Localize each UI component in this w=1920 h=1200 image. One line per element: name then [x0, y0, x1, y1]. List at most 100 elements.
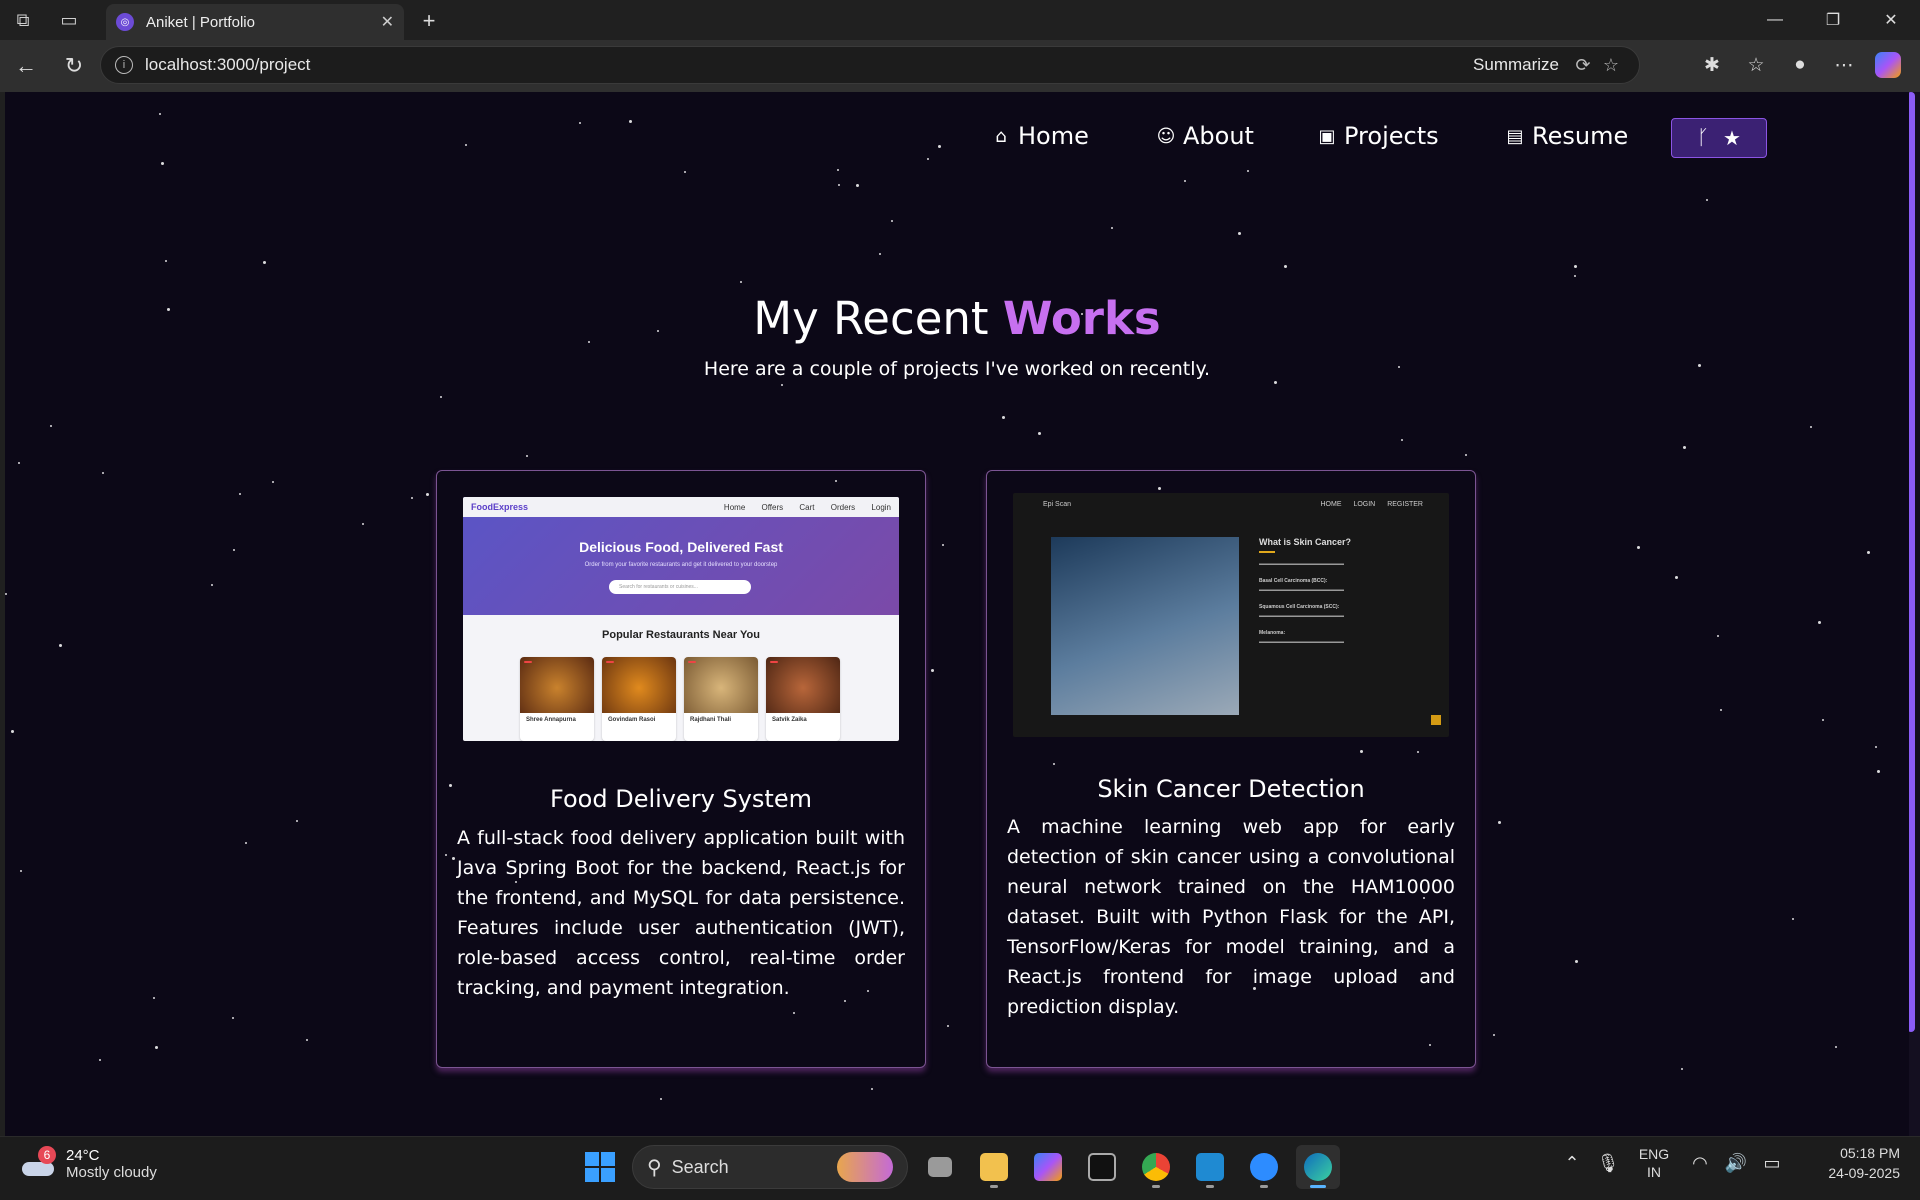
copilot-app[interactable] — [1026, 1145, 1070, 1189]
copilot-summarize-icon[interactable]: ⟳ — [1569, 55, 1597, 76]
preview-restaurants: Popular Restaurants Near You Shree Annap… — [463, 615, 899, 741]
git-fork-icon: ᚴ — [1697, 126, 1710, 149]
nav-about[interactable]: ☺ About — [1155, 122, 1254, 150]
star-dot — [1675, 576, 1678, 579]
tab-actions-icon[interactable]: ▭ — [46, 0, 92, 40]
vscode-app[interactable] — [1188, 1145, 1232, 1189]
star-dot — [684, 171, 686, 173]
language-indicator[interactable]: ENG IN — [1626, 1145, 1682, 1181]
more-options-icon[interactable]: ⋯ — [1822, 46, 1866, 84]
star-dot — [1284, 265, 1287, 268]
star-dot — [1238, 232, 1241, 235]
back-button[interactable]: ← — [4, 44, 48, 88]
star-dot — [1401, 439, 1403, 441]
star-dot — [837, 169, 839, 171]
star-icon: ★ — [1723, 127, 1741, 150]
star-dot — [1720, 709, 1722, 711]
task-view-app[interactable] — [918, 1145, 962, 1189]
star-dot — [1875, 746, 1877, 748]
star-dot — [1274, 381, 1277, 384]
star-dot — [440, 396, 442, 398]
copilot-icon[interactable] — [1875, 52, 1901, 78]
star-dot — [211, 584, 213, 586]
star-dot — [155, 1046, 158, 1049]
star-dot — [526, 455, 528, 457]
volume-icon[interactable]: 🔊 — [1718, 1153, 1754, 1174]
preview-logo: Epi Scan — [1043, 501, 1072, 508]
minimize-button[interactable]: — — [1746, 0, 1804, 40]
star-dot — [272, 481, 274, 483]
clock[interactable]: 05:18 PM 24-09-2025 — [1810, 1143, 1900, 1183]
star-dot — [1835, 1046, 1837, 1048]
star-dot — [879, 253, 881, 255]
star-dot — [99, 1059, 101, 1061]
wifi-icon[interactable]: ◠ — [1682, 1153, 1718, 1174]
star-dot — [1717, 635, 1719, 637]
restore-button[interactable]: ❐ — [1804, 0, 1862, 40]
star-dot — [1792, 918, 1794, 920]
weather-condition: Mostly cloudy — [66, 1164, 157, 1181]
star-dot — [1465, 454, 1467, 456]
start-button[interactable] — [578, 1145, 622, 1189]
star-dot — [165, 260, 167, 262]
battery-icon[interactable]: ▭ — [1754, 1153, 1790, 1174]
project-description: A machine learning web app for early det… — [1007, 816, 1455, 1018]
extensions-icon[interactable]: ✱ — [1690, 46, 1734, 84]
chevron-up-icon[interactable]: ⌃ — [1554, 1153, 1590, 1174]
new-tab-button[interactable]: + — [414, 6, 444, 36]
preview-link: Home — [723, 502, 746, 512]
taskbar-search[interactable]: ⚲ Search — [632, 1145, 908, 1189]
edge-app[interactable] — [1296, 1145, 1340, 1189]
food-delivery-screenshot: FoodExpress Home Offers Cart Orders Logi… — [463, 497, 899, 741]
search-highlight-icon — [837, 1152, 893, 1182]
search-label: Search — [671, 1156, 729, 1177]
star-dot — [1574, 265, 1577, 268]
preview-logo: FoodExpress — [471, 502, 529, 512]
refresh-button[interactable]: ↻ — [52, 44, 96, 88]
star-dot — [856, 184, 859, 187]
cloud-icon: 6 — [20, 1146, 56, 1176]
star-dot — [931, 669, 934, 672]
summarize-button[interactable]: Summarize — [1473, 55, 1559, 75]
star-dot — [660, 1098, 662, 1100]
site-info-icon[interactable]: i — [115, 56, 133, 74]
close-tab-icon[interactable]: ✕ — [381, 12, 394, 32]
preview-hero-text: Order from your favorite restaurants and… — [584, 562, 778, 568]
nav-home[interactable]: ⌂ Home — [990, 122, 1089, 150]
search-icon: ⚲ — [647, 1156, 662, 1179]
project-card-skin-cancer: Epi Scan HOME LOGIN REGISTER What is Ski… — [986, 470, 1476, 1068]
star-dot — [153, 997, 155, 999]
project-description: A full-stack food delivery application b… — [457, 827, 905, 999]
close-window-button[interactable]: ✕ — [1862, 0, 1920, 40]
preview-link: Orders — [830, 502, 856, 512]
chrome-app[interactable] — [1134, 1145, 1178, 1189]
star-dot — [263, 261, 266, 264]
star-dot — [891, 220, 893, 222]
address-bar[interactable]: i localhost:3000/project Summarize ⟳ ☆ — [100, 46, 1640, 84]
github-star-button[interactable]: ᚴ ★ — [1671, 118, 1767, 158]
favorite-star-icon[interactable]: ☆ — [1597, 55, 1625, 76]
favorites-icon[interactable]: ☆ — [1734, 46, 1778, 84]
portfolio-page: ⌂ Home ☺ About ▣ Projects ▤ Resume ᚴ ★ M… — [5, 92, 1909, 1136]
file-explorer-app[interactable] — [972, 1145, 1016, 1189]
weather-widget[interactable]: 6 24°C Mostly cloudy — [20, 1146, 157, 1181]
star-dot — [233, 549, 235, 551]
zoom-app[interactable] — [1242, 1145, 1286, 1189]
workspaces-icon[interactable]: ⧉ — [0, 0, 46, 40]
terminal-app[interactable] — [1080, 1145, 1124, 1189]
browser-tab[interactable]: ◎ Aniket | Portfolio ✕ — [106, 4, 404, 40]
star-dot — [1038, 432, 1041, 435]
nav-resume[interactable]: ▤ Resume — [1504, 122, 1628, 150]
star-dot — [362, 523, 364, 525]
preview-restaurant-card: Govindam Rasoi — [602, 657, 676, 741]
star-dot — [942, 544, 944, 546]
microphone-icon[interactable]: 🎙 — [1590, 1153, 1626, 1174]
preview-link: Offers — [761, 502, 784, 512]
preview-hero-title: Delicious Food, Delivered Fast — [579, 539, 783, 555]
profile-avatar-icon[interactable]: ● — [1778, 46, 1822, 84]
nav-projects[interactable]: ▣ Projects — [1316, 122, 1438, 150]
star-dot — [1867, 551, 1870, 554]
star-dot — [411, 497, 413, 499]
url-text[interactable]: localhost:3000/project — [145, 55, 1473, 75]
star-dot — [306, 1039, 308, 1041]
